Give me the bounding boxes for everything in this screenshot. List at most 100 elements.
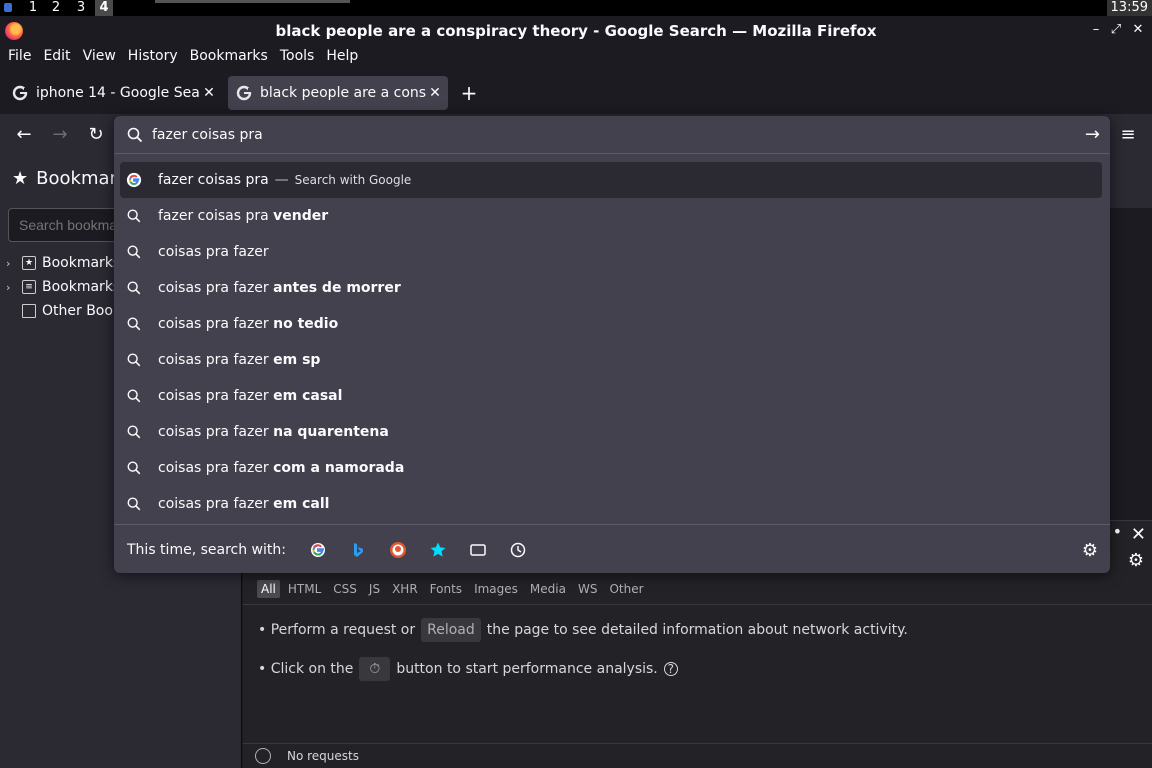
suggestion-item[interactable]: coisas pra fazer no tedio bbox=[120, 306, 1102, 342]
menu-file[interactable]: File bbox=[2, 46, 37, 70]
forward-arrow-icon[interactable]: → bbox=[48, 123, 72, 147]
help-icon[interactable]: ? bbox=[663, 662, 678, 676]
filter-js[interactable]: JS bbox=[365, 580, 384, 598]
suggestion-text: coisas pra fazer em call bbox=[158, 496, 330, 512]
filter-images[interactable]: Images bbox=[470, 580, 522, 598]
suggestion-text: fazer coisas pra vender bbox=[158, 208, 329, 224]
menu-edit[interactable]: Edit bbox=[37, 46, 76, 70]
suggestion-text: coisas pra fazer em casal bbox=[158, 388, 343, 404]
filter-all[interactable]: All bbox=[257, 580, 280, 598]
filter-fonts[interactable]: Fonts bbox=[426, 580, 466, 598]
star-folder-icon: ★ bbox=[22, 256, 36, 270]
search-icon bbox=[127, 209, 141, 223]
suggestion-text: coisas pra fazer na quarentena bbox=[158, 424, 389, 440]
list-folder-icon: ≡ bbox=[22, 280, 36, 294]
workspace-4[interactable]: 4 bbox=[95, 0, 113, 16]
title-bar: black people are a conspiracy theory - G… bbox=[0, 16, 1152, 46]
suggestion-text: coisas pra fazer em sp bbox=[158, 352, 321, 368]
search-settings-gear-icon[interactable]: ⚙ bbox=[1082, 540, 1098, 561]
chevron-right-icon[interactable]: › bbox=[6, 281, 16, 294]
suggestion-action: Search with Google bbox=[294, 173, 412, 187]
suggestion-item[interactable]: coisas pra fazer na quarentena bbox=[120, 414, 1102, 450]
url-input[interactable] bbox=[152, 124, 1052, 146]
tab-close-icon[interactable]: ✕ bbox=[200, 85, 218, 101]
search-icon bbox=[127, 389, 141, 403]
menu-history[interactable]: History bbox=[122, 46, 184, 70]
filter-css[interactable]: CSS bbox=[329, 580, 361, 598]
timer-icon bbox=[255, 748, 271, 764]
duckduckgo-icon[interactable] bbox=[389, 541, 407, 559]
network-hint-reload: • Perform a request or Reload the page t… bbox=[258, 618, 908, 642]
workspace-1[interactable]: 1 bbox=[24, 0, 42, 16]
tab-bar: iphone 14 - Google Search ✕ black people… bbox=[0, 72, 1152, 114]
search-engine-footer: This time, search with: ⚙ bbox=[114, 524, 1110, 573]
url-input-row: → bbox=[114, 116, 1110, 154]
menu-view[interactable]: View bbox=[77, 46, 122, 70]
reload-page-button[interactable]: Reload bbox=[421, 618, 481, 642]
menu-help[interactable]: Help bbox=[320, 46, 364, 70]
search-icon bbox=[127, 281, 141, 295]
star-icon: ★ bbox=[12, 168, 29, 189]
reload-icon[interactable]: ↻ bbox=[84, 123, 108, 147]
go-arrow-icon[interactable]: → bbox=[1085, 124, 1100, 145]
devtools-close-icon[interactable]: ✕ bbox=[1131, 524, 1146, 545]
filter-ws[interactable]: WS bbox=[574, 580, 601, 598]
filter-other[interactable]: Other bbox=[605, 580, 647, 598]
bookmarks-star-icon[interactable] bbox=[429, 541, 447, 559]
maximize-icon[interactable]: ⤢ bbox=[1108, 22, 1124, 38]
tab-iphone-14[interactable]: iphone 14 - Google Search ✕ bbox=[4, 76, 222, 110]
suggestion-text: coisas pra fazer no tedio bbox=[158, 316, 339, 332]
filter-media[interactable]: Media bbox=[526, 580, 570, 598]
search-icon bbox=[127, 317, 141, 331]
back-arrow-icon[interactable]: ← bbox=[12, 123, 36, 147]
suggestion-text: coisas pra fazer bbox=[158, 244, 269, 260]
suggestion-text: coisas pra fazer antes de morrer bbox=[158, 280, 401, 296]
network-filter-bar: All HTML CSS JS XHR Fonts Images Media W… bbox=[257, 580, 648, 598]
wm-window-indicator bbox=[155, 0, 350, 3]
menu-tools[interactable]: Tools bbox=[274, 46, 321, 70]
suggestion-item[interactable]: coisas pra fazer em casal bbox=[120, 378, 1102, 414]
window-manager-bar: 1 2 3 4 13:59 bbox=[0, 0, 1152, 16]
search-icon bbox=[127, 245, 141, 259]
filter-html[interactable]: HTML bbox=[284, 580, 325, 598]
new-tab-icon[interactable]: + bbox=[458, 82, 480, 104]
hamburger-menu-icon[interactable]: ≡ bbox=[1116, 123, 1140, 147]
minimize-icon[interactable]: – bbox=[1088, 22, 1104, 38]
close-window-icon[interactable]: ✕ bbox=[1130, 22, 1146, 38]
search-icon bbox=[127, 127, 143, 143]
workspace-2[interactable]: 2 bbox=[47, 0, 65, 16]
suggestion-item[interactable]: coisas pra fazer bbox=[120, 234, 1102, 270]
suggestion-item[interactable]: coisas pra fazer em call bbox=[120, 486, 1102, 522]
workspace-3[interactable]: 3 bbox=[72, 0, 90, 16]
google-icon[interactable] bbox=[309, 541, 327, 559]
menu-bookmarks[interactable]: Bookmarks bbox=[184, 46, 274, 70]
tabs-icon[interactable] bbox=[469, 541, 487, 559]
search-with-label: This time, search with: bbox=[127, 542, 286, 558]
request-count: No requests bbox=[287, 749, 359, 763]
tab-close-icon[interactable]: ✕ bbox=[426, 85, 444, 101]
suggestion-item[interactable]: coisas pra fazer antes de morrer bbox=[120, 270, 1102, 306]
search-icon bbox=[127, 461, 141, 475]
suggestion-text: coisas pra fazer com a namorada bbox=[158, 460, 405, 476]
search-icon bbox=[127, 497, 141, 511]
search-icon bbox=[127, 425, 141, 439]
performance-timer-button[interactable]: ⏱ bbox=[359, 657, 391, 681]
history-clock-icon[interactable] bbox=[509, 541, 527, 559]
chevron-right-icon[interactable]: › bbox=[6, 257, 16, 270]
network-hint-performance: • Click on the ⏱ button to start perform… bbox=[258, 657, 678, 681]
menu-bar: File Edit View History Bookmarks Tools H… bbox=[0, 46, 1152, 70]
clock: 13:59 bbox=[1106, 0, 1152, 16]
url-bar-popup: → fazer coisas pra—Search with Google faz… bbox=[114, 116, 1110, 573]
suggestion-item[interactable]: fazer coisas pra vender bbox=[120, 198, 1102, 234]
folder-icon bbox=[22, 304, 36, 318]
suggestion-item[interactable]: coisas pra fazer com a namorada bbox=[120, 450, 1102, 486]
bing-icon[interactable] bbox=[349, 541, 367, 559]
suggestion-item[interactable]: fazer coisas pra — Search with Google bbox=[120, 162, 1102, 198]
filter-xhr[interactable]: XHR bbox=[388, 580, 422, 598]
suggestion-item[interactable]: coisas pra fazer em sp bbox=[120, 342, 1102, 378]
tab-title: black people are a conspiracy theory - G… bbox=[260, 85, 426, 101]
wm-logo-icon bbox=[4, 3, 12, 12]
tab-active-search[interactable]: black people are a conspiracy theory - G… bbox=[228, 76, 448, 110]
devtools-settings-icon[interactable]: ⚙ bbox=[1128, 550, 1144, 571]
tab-title: iphone 14 - Google Search bbox=[36, 85, 200, 101]
